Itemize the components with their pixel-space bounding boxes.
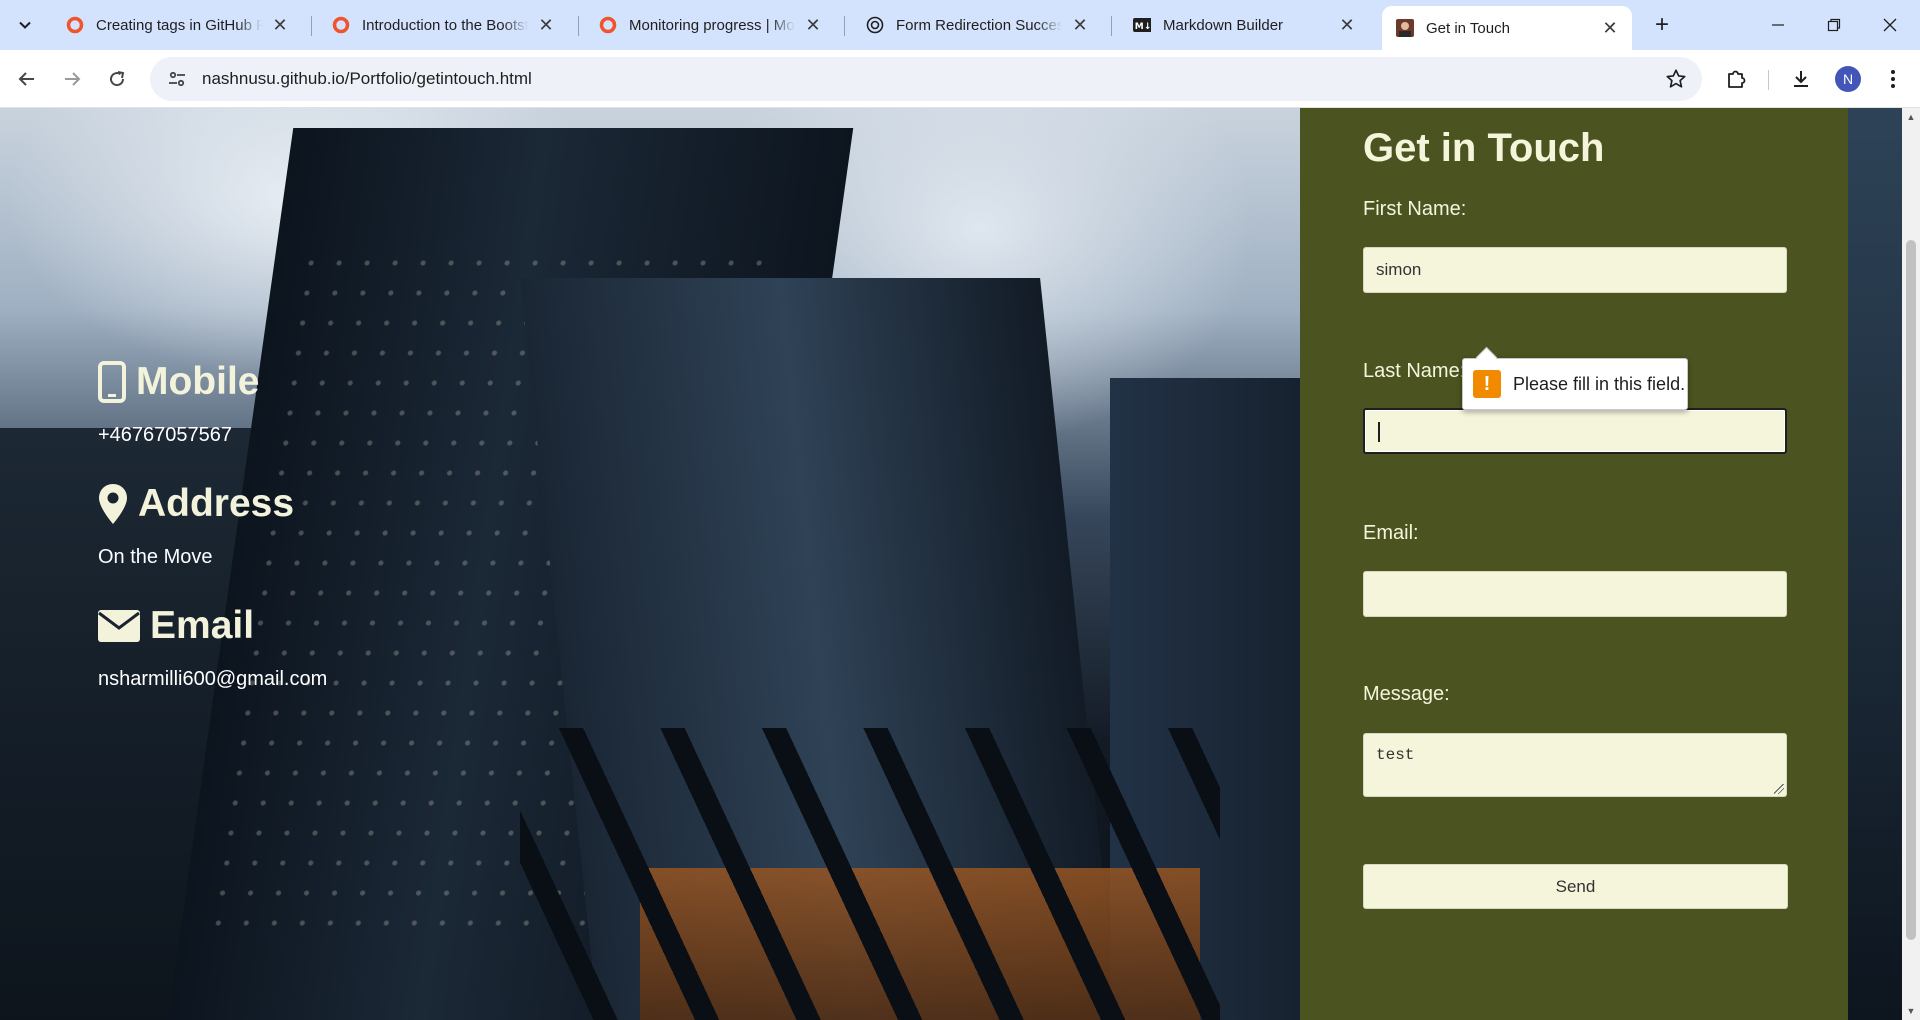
validation-message: Please fill in this field. [1513,373,1686,394]
tab-creating-tags[interactable]: Creating tags in GitHub Projects ✕ [52,8,302,42]
contact-mobile-section: Mobile +46767057567 [98,360,260,447]
scrollbar-thumb[interactable] [1906,240,1916,940]
markdown-icon: M↓ [1133,16,1151,34]
contact-email-section: Email nsharmilli600@gmail.com [98,604,327,691]
tab-title: Form Redirection Success [896,16,1062,34]
background-image [520,728,1220,1020]
restore-icon [1827,18,1841,32]
message-text: test [1376,746,1415,764]
new-tab-button[interactable]: + [1647,10,1677,40]
close-icon[interactable]: ✕ [803,15,823,35]
plus-icon: + [1654,11,1669,38]
address-bar[interactable]: nashnusu.github.io/Portfolio/getintouch.… [150,57,1702,101]
tab-title: Introduction to the Bootstrap [362,16,528,34]
email-heading: Email [150,604,255,647]
reload-button[interactable] [101,63,133,95]
tab-title: Monitoring progress | Monitoring [629,16,795,34]
reload-icon [110,71,125,87]
site-info-icon[interactable] [156,57,198,101]
minimize-button[interactable] [1750,0,1806,50]
form-title: Get in Touch [1363,126,1605,170]
email-address: nsharmilli600@gmail.com [98,668,328,690]
circle-orange-icon [599,16,617,34]
puzzle-piece-icon [1728,70,1746,88]
contact-form-panel: Get in Touch First Name: Last Name: Emai… [1300,108,1848,1020]
page-scrollbar[interactable]: ▲ ▼ [1902,108,1920,1020]
mobile-number: +46767057567 [98,424,233,446]
tab-get-in-touch[interactable]: Get in Touch ✕ [1382,6,1632,50]
close-icon[interactable]: ✕ [1600,18,1620,38]
circle-orange-icon [332,16,350,34]
tab-divider [1111,16,1112,36]
scroll-down-arrow-icon[interactable]: ▼ [1906,1006,1916,1016]
tab-strip: Creating tags in GitHub Projects ✕ Intro… [0,0,1920,50]
back-arrow-icon [18,72,34,86]
last-name-label: Last Name: [1363,360,1466,382]
email-field[interactable] [1363,571,1787,617]
tab-form-redirection[interactable]: Form Redirection Success ✕ [852,8,1102,42]
kebab-menu-icon [1891,70,1895,88]
tab-markdown-builder[interactable]: M↓ Markdown Builder ✕ [1119,8,1369,42]
back-button[interactable] [11,63,43,95]
message-label: Message: [1363,683,1450,705]
mobile-heading: Mobile [136,360,260,403]
url-text[interactable]: nashnusu.github.io/Portfolio/getintouch.… [202,69,532,89]
minimize-icon [1772,24,1784,26]
tab-divider [844,16,845,36]
svg-text:M↓: M↓ [1135,22,1151,32]
contact-address-section: Address On the Move [98,482,294,569]
scroll-up-arrow-icon[interactable]: ▲ [1906,112,1916,122]
send-button[interactable]: Send [1363,864,1788,909]
extensions-button[interactable] [1720,63,1752,95]
resize-handle[interactable] [1774,784,1784,794]
tab-search-button[interactable] [8,8,42,42]
mobile-phone-icon [98,361,126,403]
circle-orange-icon [66,16,84,34]
address-value: On the Move [98,546,213,568]
download-icon [1794,71,1808,87]
close-icon[interactable]: ✕ [536,15,556,35]
page-viewport: Mobile +46767057567 Address On the Move … [0,108,1902,1020]
first-name-label: First Name: [1363,198,1467,220]
tab-divider [578,16,579,36]
validation-tooltip: ! Please fill in this field. [1462,358,1688,410]
tab-divider [311,16,312,36]
envelope-icon [98,610,140,642]
text-caret [1378,422,1380,442]
browser-toolbar: nashnusu.github.io/Portfolio/getintouch.… [0,50,1920,108]
browser-menu-button[interactable] [1877,63,1909,95]
tab-monitoring-progress[interactable]: Monitoring progress | Monitoring ✕ [585,8,835,42]
tab-title: Get in Touch [1426,19,1510,37]
window-close-button[interactable] [1862,0,1918,50]
email-label: Email: [1363,522,1419,544]
tab-introduction-bootstrap[interactable]: Introduction to the Bootstrap ✕ [318,8,568,42]
toolbar-divider [1768,70,1769,90]
address-heading: Address [138,482,295,525]
tab-title: Markdown Builder [1163,16,1284,34]
close-icon [1883,18,1897,32]
profile-avatar[interactable]: N [1835,66,1861,92]
close-icon[interactable]: ✕ [270,15,290,35]
downloads-button[interactable] [1785,63,1817,95]
bookmark-star-icon[interactable] [1664,67,1688,91]
map-pin-icon [98,483,128,525]
openai-icon [866,16,884,34]
last-name-field[interactable] [1363,408,1787,454]
message-textarea[interactable]: test [1363,733,1787,797]
profile-photo-icon [1396,19,1414,37]
first-name-field[interactable] [1363,247,1787,293]
close-icon[interactable]: ✕ [1337,15,1357,35]
forward-arrow-icon [65,72,81,86]
tab-title: Creating tags in GitHub Projects [96,16,262,34]
close-icon[interactable]: ✕ [1070,15,1090,35]
background-image [1848,108,1902,1020]
chevron-down-icon [19,21,31,29]
forward-button[interactable] [56,63,88,95]
warning-icon: ! [1473,370,1501,398]
restore-button[interactable] [1806,0,1862,50]
